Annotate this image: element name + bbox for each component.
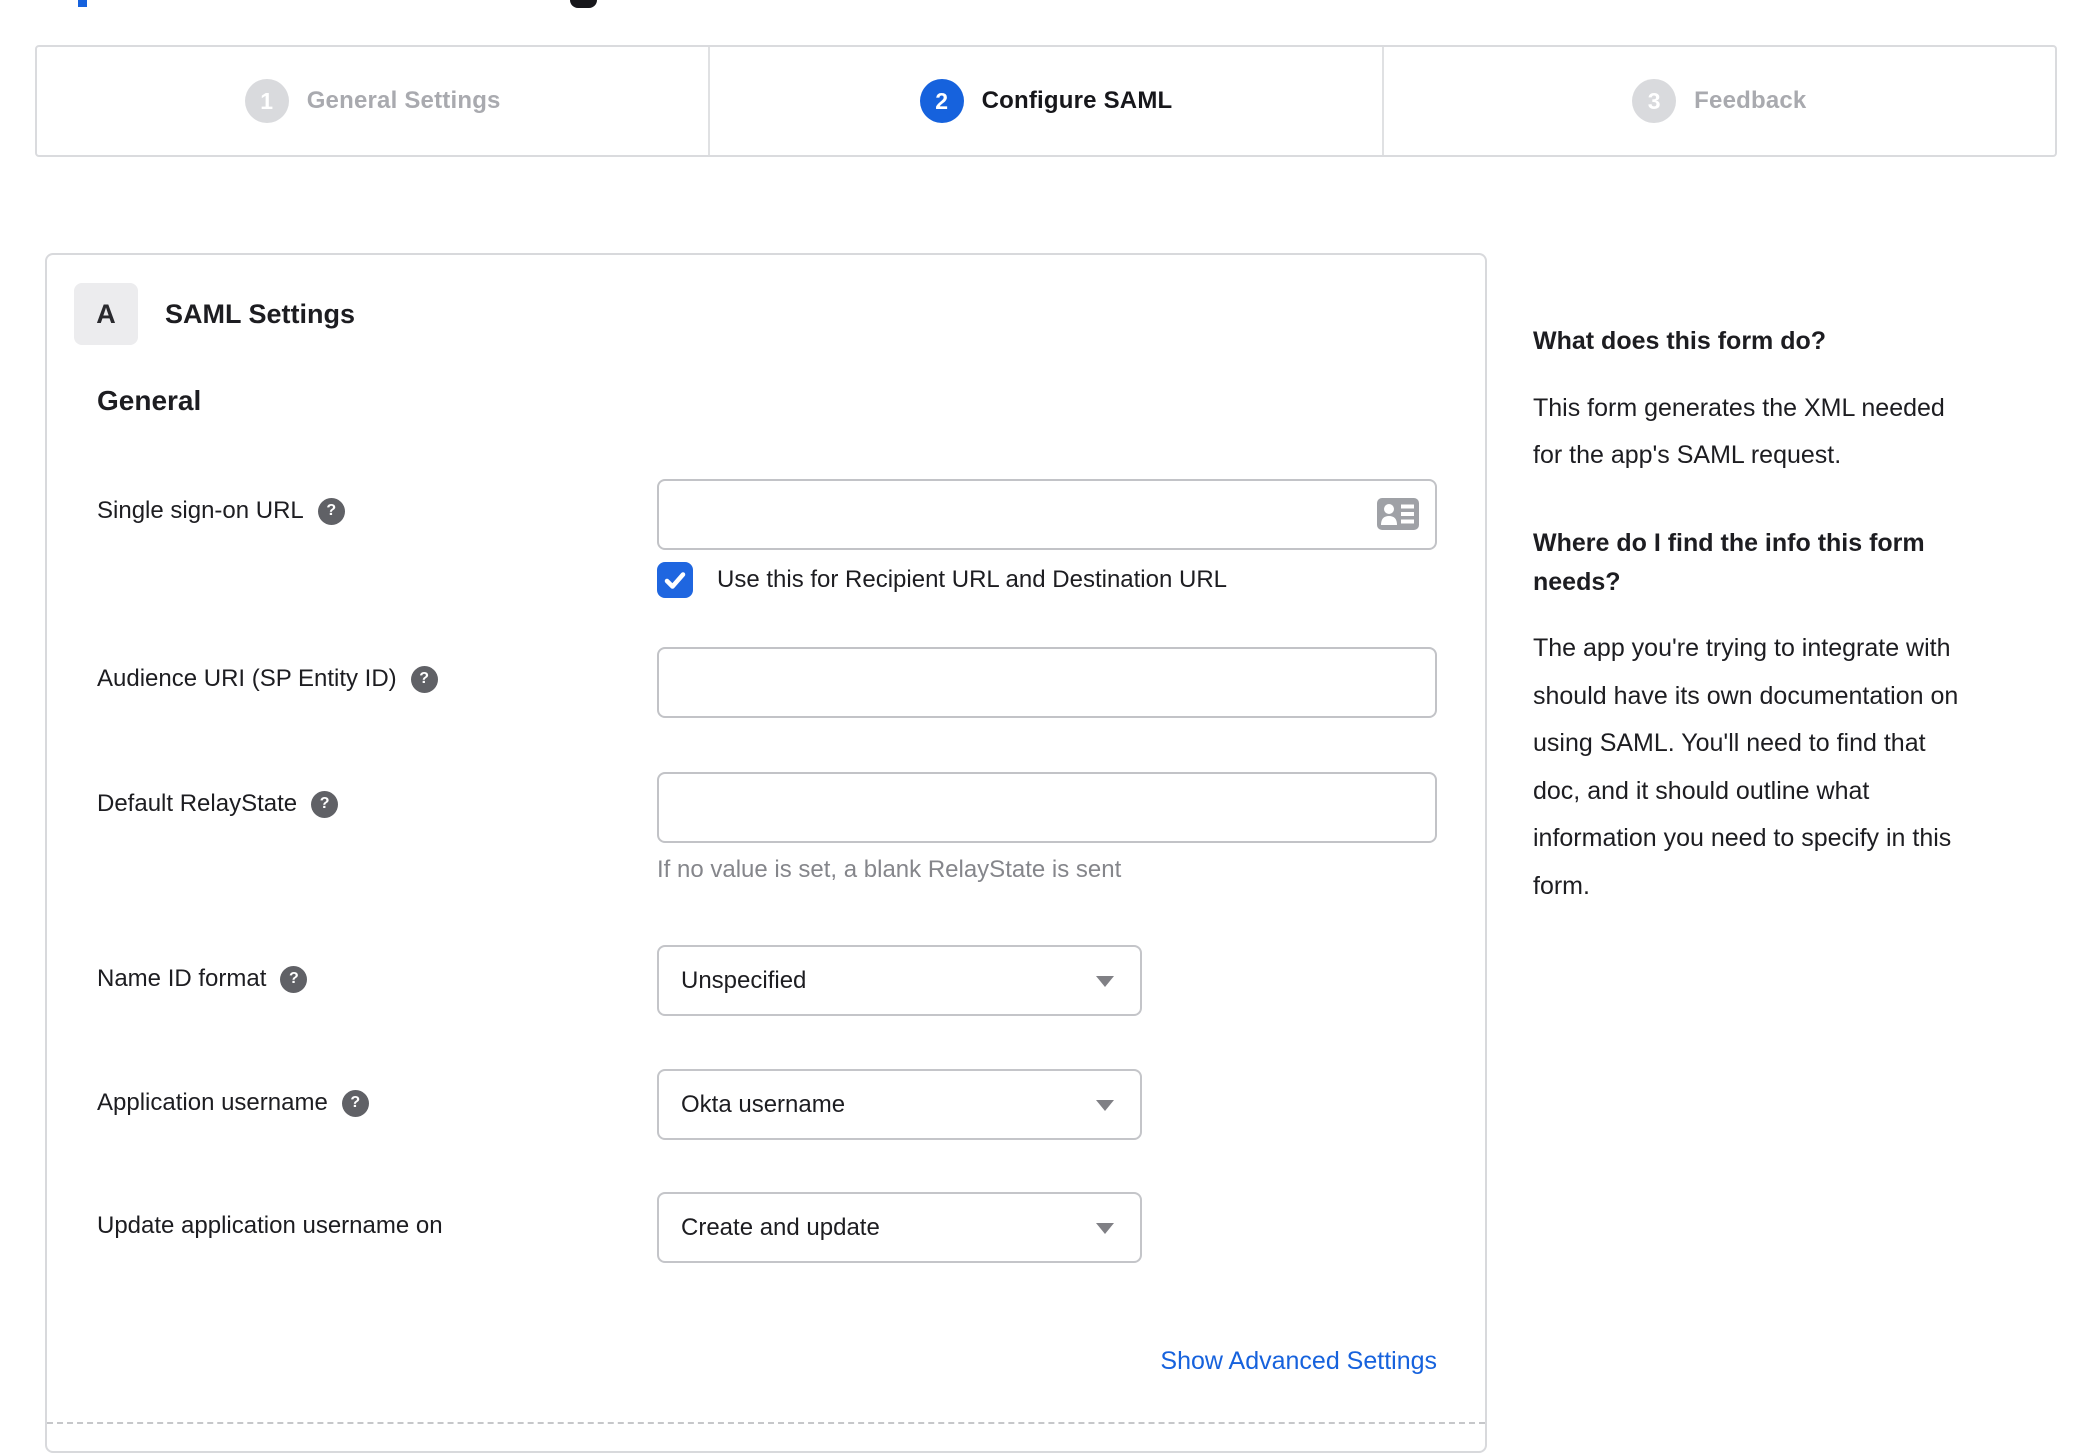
- general-section-heading: General: [97, 385, 202, 416]
- step-label: General Settings: [306, 87, 501, 114]
- sso-url-field-wrap: [657, 479, 1437, 550]
- relay-state-input[interactable]: [657, 772, 1437, 843]
- audience-uri-label: Audience URI (SP Entity ID): [97, 665, 397, 692]
- relay-state-field-wrap: [657, 772, 1437, 843]
- panel-dashed-divider: [47, 1422, 1485, 1424]
- app-username-label: Application username: [97, 1089, 328, 1116]
- help-question-2-body: The app you're trying to integrate with …: [1533, 634, 1959, 900]
- name-id-format-label-row: Name ID format ?: [97, 965, 308, 993]
- help-icon[interactable]: ?: [311, 790, 339, 818]
- section-a-badge: A: [74, 283, 138, 345]
- update-username-label-row: Update application username on: [97, 1212, 443, 1240]
- step-label: Configure SAML: [981, 87, 1173, 114]
- checkmark-icon: [664, 572, 686, 589]
- step-feedback: 3 Feedback: [1381, 47, 2055, 155]
- panel-title: SAML Settings: [165, 299, 356, 329]
- help-question-1-body: This form generates the XML needed for t…: [1533, 393, 1945, 470]
- audience-uri-field-wrap: [657, 647, 1437, 718]
- name-id-format-label: Name ID format: [97, 965, 267, 992]
- sso-url-input[interactable]: [657, 479, 1437, 550]
- help-icon[interactable]: ?: [410, 665, 438, 693]
- sso-url-label-row: Single sign-on URL ?: [97, 497, 345, 525]
- dropdown-caret-icon: [1096, 1099, 1114, 1111]
- cutoff-blue-mark: [78, 0, 87, 7]
- help-icon[interactable]: ?: [280, 965, 308, 993]
- saml-settings-panel: A SAML Settings General Single sign-on U…: [45, 253, 1487, 1453]
- name-id-format-value: Unspecified: [681, 966, 807, 994]
- recipient-url-checkbox[interactable]: [657, 562, 693, 598]
- step-number-badge: 1: [244, 79, 289, 123]
- audience-uri-input[interactable]: [657, 647, 1437, 718]
- show-advanced-settings-link[interactable]: Show Advanced Settings: [657, 1347, 1437, 1376]
- help-icon[interactable]: ?: [341, 1089, 369, 1117]
- dropdown-caret-icon: [1096, 975, 1114, 987]
- update-username-label: Update application username on: [97, 1212, 443, 1239]
- relay-state-hint: If no value is set, a blank RelayState i…: [657, 856, 1122, 883]
- help-icon[interactable]: ?: [317, 497, 345, 525]
- cutoff-black-icon: [570, 0, 597, 8]
- wizard-stepper: 1 General Settings 2 Configure SAML 3 Fe…: [35, 45, 2057, 157]
- step-number-badge: 2: [919, 79, 964, 123]
- sso-url-label: Single sign-on URL: [97, 497, 304, 524]
- update-username-select[interactable]: Create and update: [657, 1192, 1142, 1263]
- app-username-label-row: Application username ?: [97, 1089, 369, 1117]
- relay-state-label: Default RelayState: [97, 790, 298, 817]
- step-configure-saml: 2 Configure SAML: [708, 47, 1381, 155]
- help-question-2-title: Where do I find the info this form needs…: [1533, 528, 1925, 596]
- app-username-select[interactable]: Okta username: [657, 1069, 1142, 1140]
- update-username-value: Create and update: [681, 1213, 880, 1241]
- audience-uri-label-row: Audience URI (SP Entity ID) ?: [97, 665, 438, 693]
- help-question-1-title: What does this form do?: [1533, 327, 1827, 355]
- contact-card-icon[interactable]: [1377, 498, 1419, 530]
- recipient-url-checkbox-row: Use this for Recipient URL and Destinati…: [657, 562, 1227, 598]
- app-username-value: Okta username: [681, 1090, 846, 1118]
- recipient-url-checkbox-label: Use this for Recipient URL and Destinati…: [717, 566, 1228, 593]
- name-id-format-select[interactable]: Unspecified: [657, 945, 1142, 1016]
- step-general-settings: 1 General Settings: [37, 47, 708, 155]
- step-label: Feedback: [1694, 87, 1807, 114]
- step-number-badge: 3: [1632, 79, 1677, 123]
- relay-state-label-row: Default RelayState ?: [97, 790, 339, 818]
- dropdown-caret-icon: [1096, 1222, 1114, 1234]
- help-sidebar: What does this form do? This form genera…: [1533, 322, 2049, 954]
